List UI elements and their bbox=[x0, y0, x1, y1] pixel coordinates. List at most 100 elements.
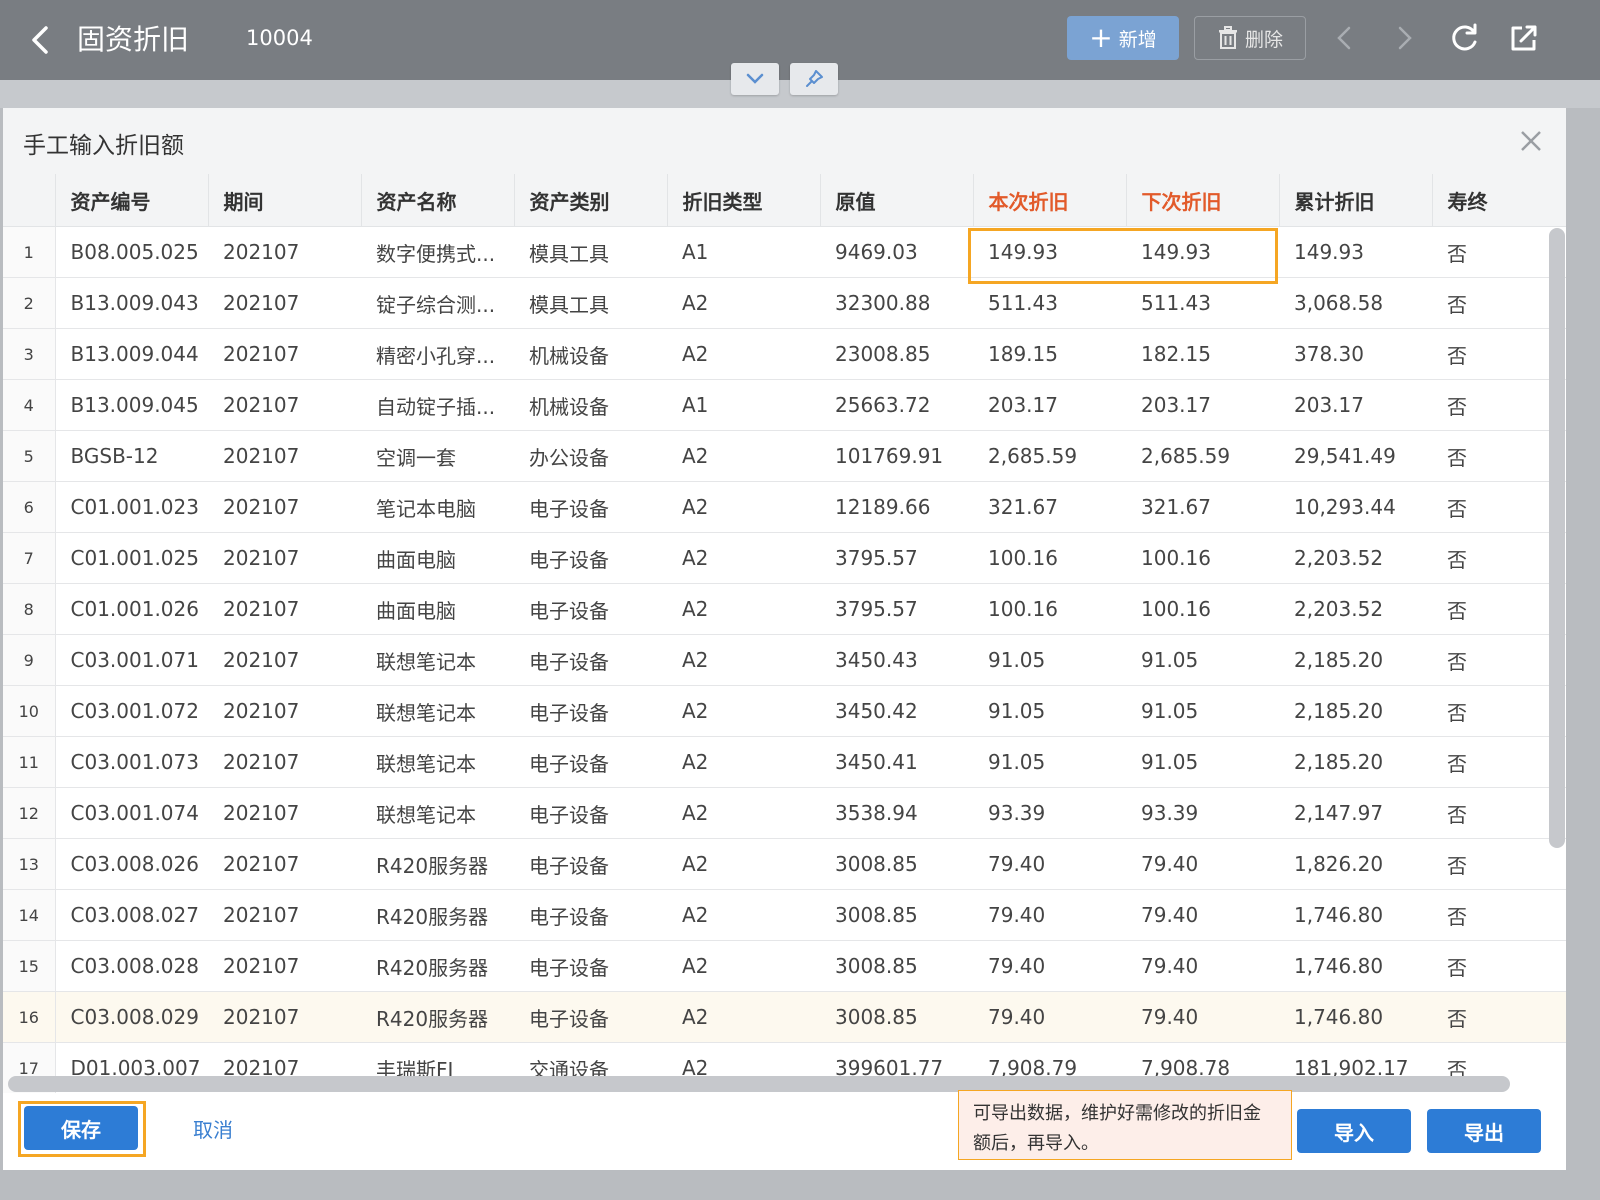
cell-current[interactable]: 79.40 bbox=[973, 940, 1126, 992]
row-number: 16 bbox=[3, 991, 56, 1043]
cell-next[interactable]: 511.43 bbox=[1126, 277, 1279, 329]
cell-current[interactable]: 189.15 bbox=[973, 328, 1126, 380]
column-header[interactable]: 折旧类型 bbox=[667, 174, 821, 227]
cell-code: C03.008.028 bbox=[55, 940, 208, 992]
cell-next[interactable]: 91.05 bbox=[1126, 634, 1279, 686]
column-header[interactable]: 下次折旧 bbox=[1126, 174, 1280, 227]
cell-period: 202107 bbox=[208, 328, 361, 380]
cell-period: 202107 bbox=[208, 685, 361, 737]
cell-next[interactable]: 182.15 bbox=[1126, 328, 1279, 380]
cell-next[interactable]: 2,685.59 bbox=[1126, 430, 1279, 482]
cell-current[interactable]: 93.39 bbox=[973, 787, 1126, 839]
cell-next[interactable]: 100.16 bbox=[1126, 532, 1279, 584]
cell-next[interactable]: 100.16 bbox=[1126, 583, 1279, 635]
prev-record-icon[interactable] bbox=[1327, 20, 1363, 56]
back-arrow-icon[interactable] bbox=[26, 24, 56, 56]
manual-depreciation-dialog: 手工输入折旧额 资产编号 期间 资产名称 资产类别 折旧类型 原值 本次折旧 下次折旧 累计折旧… bbox=[3, 108, 1566, 1170]
column-header[interactable]: 寿终 bbox=[1432, 174, 1566, 227]
cell-next[interactable]: 79.40 bbox=[1126, 940, 1279, 992]
cell-accumulated: 1,746.80 bbox=[1279, 940, 1432, 992]
cell-current[interactable]: 203.17 bbox=[973, 379, 1126, 431]
import-button[interactable]: 导入 bbox=[1297, 1109, 1411, 1153]
cell-next[interactable]: 79.40 bbox=[1126, 889, 1279, 941]
table-row[interactable]: 3 B13.009.044 202107 精密小孔穿... 机械设备 A2 23008.85… bbox=[3, 328, 1566, 380]
cell-next[interactable]: 149.93 bbox=[1126, 226, 1279, 278]
cell-next[interactable]: 93.39 bbox=[1126, 787, 1279, 839]
cell-current[interactable]: 79.40 bbox=[973, 889, 1126, 941]
cell-accumulated: 2,185.20 bbox=[1279, 685, 1432, 737]
column-header[interactable]: 本次折旧 bbox=[973, 174, 1127, 227]
column-header[interactable]: 资产类别 bbox=[514, 174, 668, 227]
table-row[interactable]: 9 C03.001.071 202107 联想笔记本 电子设备 A2 3450.43 91.0… bbox=[3, 634, 1566, 686]
cell-end: 否 bbox=[1432, 685, 1566, 737]
table-row[interactable]: 13 C03.008.026 202107 R420服务器 电子设备 A2 3008.85 7… bbox=[3, 838, 1566, 890]
close-icon[interactable] bbox=[1518, 128, 1544, 154]
cell-type: A2 bbox=[667, 889, 820, 941]
cell-next[interactable]: 321.67 bbox=[1126, 481, 1279, 533]
cell-current[interactable]: 91.05 bbox=[973, 685, 1126, 737]
cell-current[interactable]: 79.40 bbox=[973, 991, 1126, 1043]
cell-next[interactable]: 91.05 bbox=[1126, 736, 1279, 788]
share-icon[interactable] bbox=[1506, 20, 1542, 56]
record-number: 10004 bbox=[246, 26, 313, 50]
table-row[interactable]: 6 C01.001.023 202107 笔记本电脑 电子设备 A2 12189.66 321… bbox=[3, 481, 1566, 533]
pin-toggle[interactable] bbox=[790, 63, 838, 95]
delete-button-label: 删除 bbox=[1244, 28, 1283, 51]
cell-period: 202107 bbox=[208, 430, 361, 482]
cell-next[interactable]: 91.05 bbox=[1126, 685, 1279, 737]
cell-category: 电子设备 bbox=[514, 940, 667, 992]
table-row[interactable]: 14 C03.008.027 202107 R420服务器 电子设备 A2 3008.85 7… bbox=[3, 889, 1566, 941]
collapse-toggle[interactable] bbox=[731, 63, 779, 95]
refresh-icon[interactable] bbox=[1446, 20, 1482, 56]
table-row[interactable]: 11 C03.001.073 202107 联想笔记本 电子设备 A2 3450.41 91.… bbox=[3, 736, 1566, 788]
cell-category: 电子设备 bbox=[514, 481, 667, 533]
save-button[interactable]: 保存 bbox=[24, 1106, 138, 1150]
cell-end: 否 bbox=[1432, 889, 1566, 941]
column-header[interactable]: 资产编号 bbox=[55, 174, 209, 227]
table-row[interactable]: 4 B13.009.045 202107 自动锭子插... 机械设备 A1 25663.72… bbox=[3, 379, 1566, 431]
cell-type: A2 bbox=[667, 838, 820, 890]
cell-type: A2 bbox=[667, 787, 820, 839]
cell-current[interactable]: 100.16 bbox=[973, 583, 1126, 635]
cell-current[interactable]: 100.16 bbox=[973, 532, 1126, 584]
cell-next[interactable]: 203.17 bbox=[1126, 379, 1279, 431]
column-header[interactable]: 期间 bbox=[208, 174, 362, 227]
cell-current[interactable]: 79.40 bbox=[973, 838, 1126, 890]
cell-end: 否 bbox=[1432, 481, 1566, 533]
table-row[interactable]: 12 C03.001.074 202107 联想笔记本 电子设备 A2 3538.94 93.… bbox=[3, 787, 1566, 839]
cell-current[interactable]: 149.93 bbox=[973, 226, 1126, 278]
table-row[interactable]: 5 BGSB-12 202107 空调一套 办公设备 A2 101769.91 2,685.5… bbox=[3, 430, 1566, 482]
chevron-down-icon bbox=[746, 73, 764, 84]
cancel-button[interactable]: 取消 bbox=[173, 1106, 253, 1150]
cell-next[interactable]: 79.40 bbox=[1126, 991, 1279, 1043]
cell-next[interactable]: 79.40 bbox=[1126, 838, 1279, 890]
next-record-icon[interactable] bbox=[1386, 20, 1422, 56]
cell-current[interactable]: 91.05 bbox=[973, 736, 1126, 788]
cell-name: 联想笔记本 bbox=[361, 634, 514, 686]
cell-name: 数字便携式... bbox=[361, 226, 514, 278]
cell-original: 3795.57 bbox=[820, 583, 973, 635]
cell-current[interactable]: 91.05 bbox=[973, 634, 1126, 686]
column-header[interactable]: 资产名称 bbox=[361, 174, 515, 227]
table-row[interactable]: 1 B08.005.025 202107 数字便携式... 模具工具 A1 9469.03 1… bbox=[3, 226, 1566, 278]
table-row[interactable]: 15 C03.008.028 202107 R420服务器 电子设备 A2 3008.85 7… bbox=[3, 940, 1566, 992]
cell-current[interactable]: 2,685.59 bbox=[973, 430, 1126, 482]
cell-current[interactable]: 511.43 bbox=[973, 277, 1126, 329]
table-row[interactable]: 7 C01.001.025 202107 曲面电脑 电子设备 A2 3795.57 100.1… bbox=[3, 532, 1566, 584]
cell-code: C03.001.073 bbox=[55, 736, 208, 788]
cell-name: 联想笔记本 bbox=[361, 736, 514, 788]
column-header[interactable]: 原值 bbox=[820, 174, 974, 227]
column-header[interactable]: 累计折旧 bbox=[1279, 174, 1433, 227]
row-number: 1 bbox=[3, 226, 56, 278]
vertical-scrollbar[interactable] bbox=[1549, 228, 1565, 848]
add-button[interactable]: + 新增 bbox=[1067, 16, 1179, 60]
table-row[interactable]: 10 C03.001.072 202107 联想笔记本 电子设备 A2 3450.42 91.… bbox=[3, 685, 1566, 737]
dialog-header: 手工输入折旧额 bbox=[3, 108, 1566, 174]
delete-button[interactable]: 删除 bbox=[1194, 16, 1306, 60]
table-row[interactable]: 2 B13.009.043 202107 锭子综合测... 模具工具 A2 32300.88… bbox=[3, 277, 1566, 329]
table-row[interactable]: 8 C01.001.026 202107 曲面电脑 电子设备 A2 3795.57 100.1… bbox=[3, 583, 1566, 635]
table-row[interactable]: 16 C03.008.029 202107 R420服务器 电子设备 A2 3008.85 7… bbox=[3, 991, 1566, 1043]
cell-current[interactable]: 321.67 bbox=[973, 481, 1126, 533]
export-button[interactable]: 导出 bbox=[1427, 1109, 1541, 1153]
cell-period: 202107 bbox=[208, 991, 361, 1043]
